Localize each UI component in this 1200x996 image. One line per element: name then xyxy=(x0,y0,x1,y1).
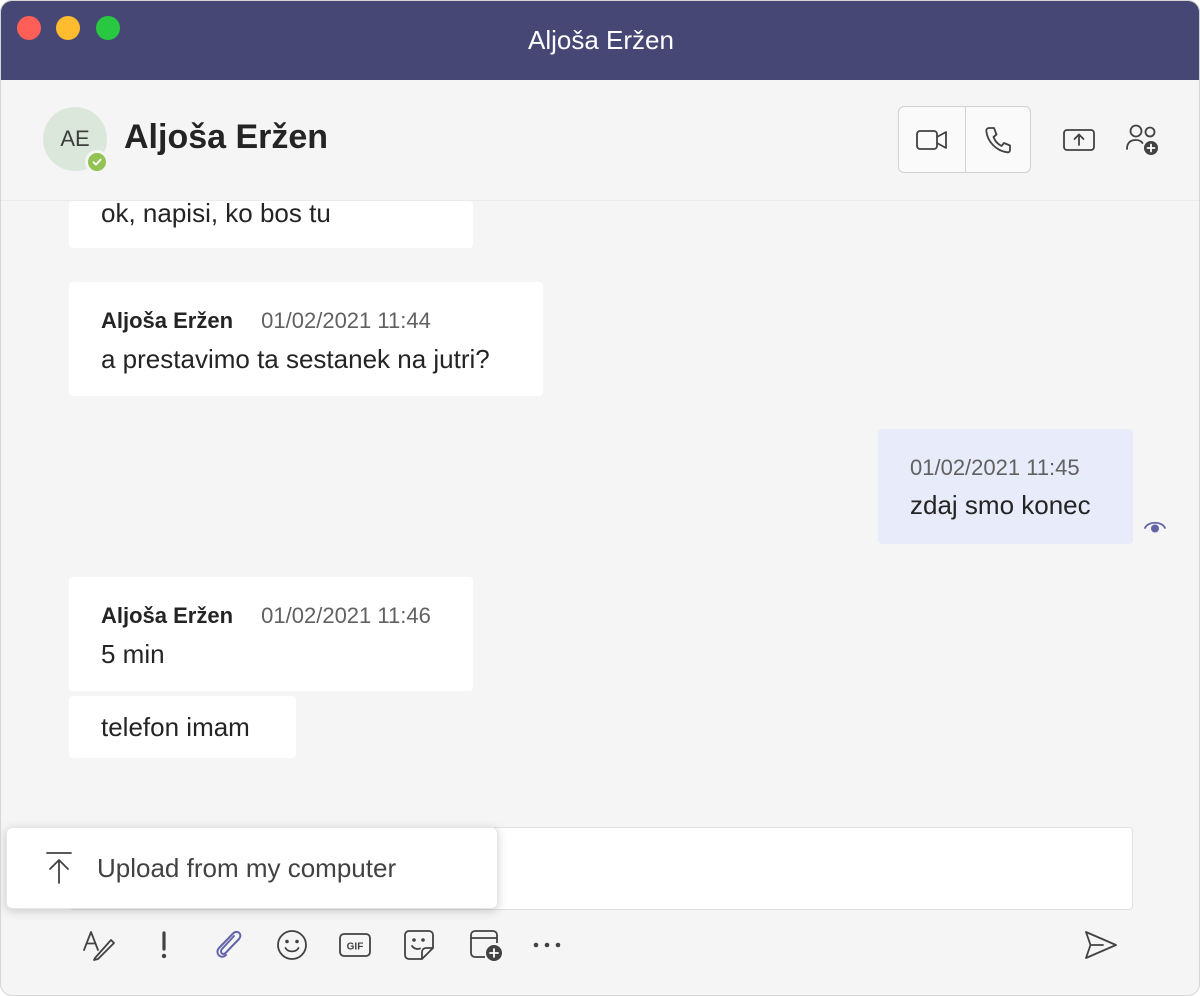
video-call-button[interactable] xyxy=(899,107,965,172)
upload-arrow-icon xyxy=(46,852,72,884)
smiley-icon xyxy=(277,930,307,960)
message-author: Aljoša Eržen xyxy=(101,603,234,628)
gif-icon: GIF xyxy=(339,933,371,957)
upload-from-computer-menu-item[interactable]: Upload from my computer xyxy=(6,827,498,909)
chat-header: AE Aljoša Eržen xyxy=(1,80,1199,201)
more-options-button[interactable] xyxy=(527,925,567,965)
chat-message[interactable]: Aljoša Eržen 01/02/2021 11:46 5 min xyxy=(69,577,473,691)
send-icon xyxy=(1085,931,1117,959)
add-people-button[interactable] xyxy=(1123,120,1163,160)
emoji-button[interactable] xyxy=(272,925,312,965)
message-author: Aljoša Eržen xyxy=(101,308,234,333)
send-button[interactable] xyxy=(1081,925,1121,965)
message-time: 01/02/2021 11:44 xyxy=(261,308,431,333)
upload-label: Upload from my computer xyxy=(97,853,397,883)
eye-icon xyxy=(1144,521,1166,533)
compose-toolbar: GIF xyxy=(1,919,1199,975)
presence-available-icon xyxy=(85,150,109,174)
message-meta: Aljoša Eržen 01/02/2021 11:46 xyxy=(101,603,431,629)
message-text: telefon imam xyxy=(101,712,250,742)
message-meta: Aljoša Eržen 01/02/2021 11:44 xyxy=(101,308,431,334)
gif-label: GIF xyxy=(347,942,364,953)
message-time: 01/02/2021 11:45 xyxy=(910,455,1080,480)
contact-name: Aljoša Eržen xyxy=(124,118,329,156)
phone-icon xyxy=(985,126,1011,153)
format-text-icon xyxy=(83,931,115,961)
message-text: zdaj smo konec xyxy=(910,490,1091,520)
window-title: Aljoša Eržen xyxy=(528,25,674,55)
exclamation-icon xyxy=(161,931,167,959)
message-meta: 01/02/2021 11:45 xyxy=(910,455,1080,481)
message-time: 01/02/2021 11:46 xyxy=(261,603,431,628)
chat-message[interactable]: Aljoša Eržen 01/02/2021 11:44 a prestavi… xyxy=(69,282,543,396)
gif-button[interactable]: GIF xyxy=(335,925,375,965)
message-text: 5 min xyxy=(101,639,165,669)
chat-message-own[interactable]: 01/02/2021 11:45 zdaj smo konec xyxy=(878,429,1133,544)
share-screen-icon xyxy=(1063,129,1095,151)
share-screen-button[interactable] xyxy=(1059,120,1099,160)
sticker-button[interactable] xyxy=(399,925,439,965)
call-button-group xyxy=(898,106,1031,173)
ellipsis-icon xyxy=(533,942,561,948)
chat-message[interactable]: ok, napisi, ko bos tu xyxy=(69,198,473,248)
message-text: ok, napisi, ko bos tu xyxy=(101,198,331,228)
video-camera-icon xyxy=(915,129,947,150)
schedule-meeting-icon xyxy=(470,930,502,961)
format-button[interactable] xyxy=(79,925,119,965)
add-people-icon xyxy=(1126,124,1158,155)
audio-call-button[interactable] xyxy=(964,107,1031,172)
attach-button[interactable] xyxy=(209,925,249,965)
paperclip-icon xyxy=(216,930,242,958)
chat-message[interactable]: telefon imam xyxy=(69,696,296,758)
title-bar: Aljoša Eržen xyxy=(1,1,1199,80)
teams-chat-window: Aljoša Eržen AE Aljoša Eržen ok, napisi,… xyxy=(0,0,1200,996)
mark-important-button[interactable] xyxy=(144,925,184,965)
schedule-meeting-button[interactable] xyxy=(466,925,506,965)
sticker-icon xyxy=(404,930,434,960)
message-text: a prestavimo ta sestanek na jutri? xyxy=(101,344,490,374)
